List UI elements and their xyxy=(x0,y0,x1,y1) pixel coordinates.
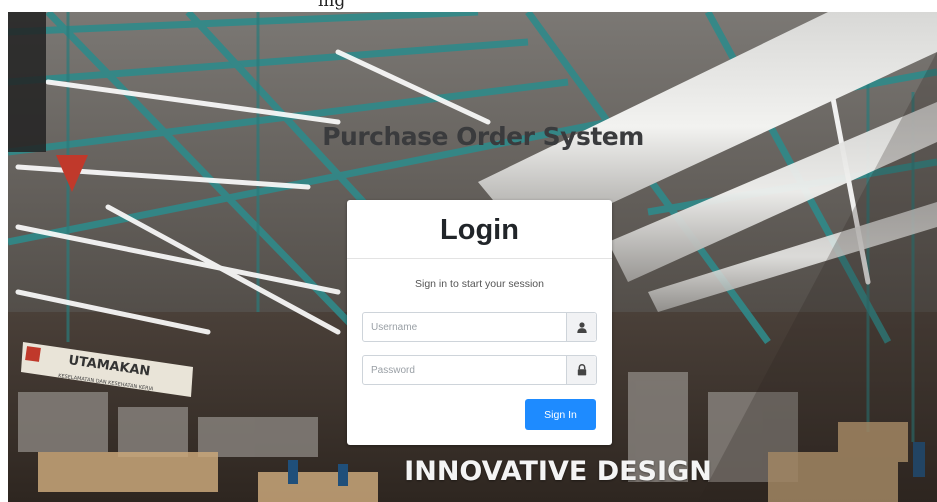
password-addon xyxy=(566,356,596,384)
lock-icon xyxy=(577,364,586,376)
username-input-group xyxy=(362,312,597,342)
password-input-group xyxy=(362,355,597,385)
login-title: Login xyxy=(440,214,519,246)
password-input[interactable] xyxy=(363,356,566,384)
username-input[interactable] xyxy=(363,313,566,341)
top-text-fragment: ing xyxy=(318,0,346,11)
login-card: Login Sign in to start your session Sign… xyxy=(347,200,612,445)
username-addon xyxy=(566,313,596,341)
page-title: Purchase Order System xyxy=(322,122,644,151)
login-card-header: Login xyxy=(347,200,612,259)
sign-in-button[interactable]: Sign In xyxy=(525,399,596,430)
slogan-line-2: INNOVATIVE DESIGN xyxy=(404,456,712,487)
login-box-message: Sign in to start your session xyxy=(415,278,544,290)
user-icon xyxy=(576,321,587,333)
top-strip: ing xyxy=(0,0,937,12)
